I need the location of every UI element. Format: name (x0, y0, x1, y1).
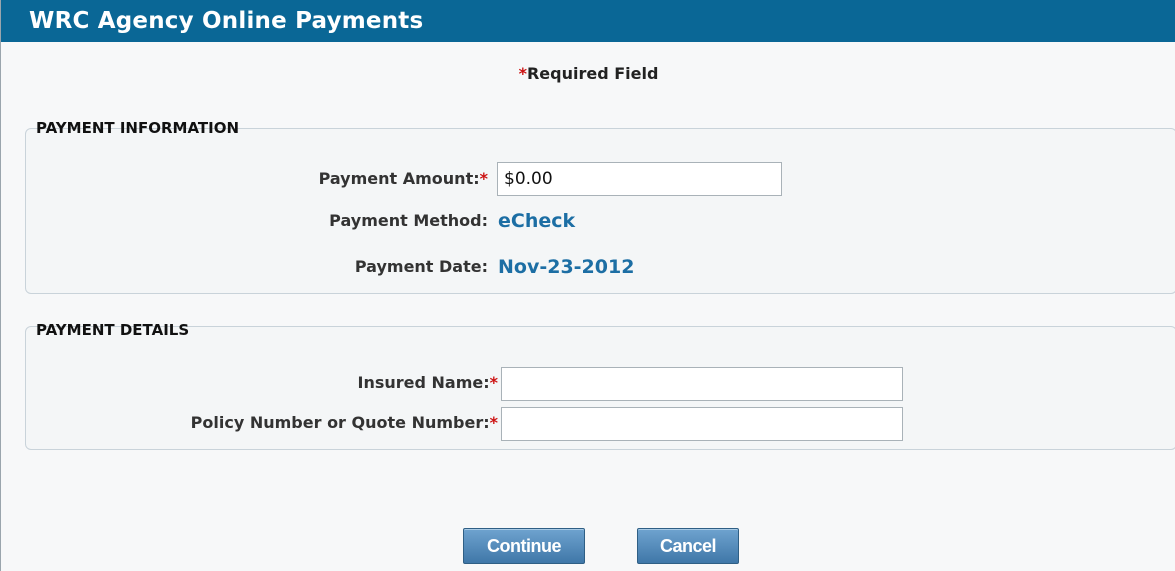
payment-amount-label: Payment Amount:* (318, 169, 488, 188)
payment-information-legend: PAYMENT INFORMATION (36, 119, 240, 137)
payment-information-section: PAYMENT INFORMATION Payment Amount:* Pay… (25, 119, 1175, 294)
payment-details-section: PAYMENT DETAILS Insured Name:* Policy Nu… (25, 321, 1175, 450)
required-star: * (518, 64, 527, 83)
required-field-note: *Required Field (1, 64, 1175, 83)
cancel-button[interactable]: Cancel (637, 528, 739, 564)
payment-page: WRC Agency Online Payments *Required Fie… (0, 0, 1175, 571)
policy-number-label: Policy Number or Quote Number:* (190, 413, 498, 432)
required-star: * (489, 413, 498, 432)
payment-method-label: Payment Method: (329, 211, 488, 230)
payment-date-row: Payment Date: Nov-23-2012 (26, 249, 1175, 285)
payment-date-value: Nov-23-2012 (498, 256, 635, 278)
payment-method-value: eCheck (498, 210, 576, 232)
payment-amount-row: Payment Amount:* (26, 161, 1175, 197)
payment-method-row: Payment Method: eCheck (26, 203, 1175, 239)
required-field-text: Required Field (526, 64, 659, 83)
policy-number-row: Policy Number or Quote Number:* (26, 405, 1175, 441)
required-star: * (479, 169, 488, 188)
policy-number-input[interactable] (501, 407, 903, 441)
insured-name-input[interactable] (501, 367, 903, 401)
insured-name-label: Insured Name:* (357, 373, 498, 392)
payment-details-legend: PAYMENT DETAILS (36, 321, 190, 339)
required-star: * (489, 373, 498, 392)
continue-button[interactable]: Continue (463, 528, 585, 564)
page-title: WRC Agency Online Payments (1, 0, 1175, 42)
payment-amount-input[interactable] (497, 162, 782, 196)
payment-date-label: Payment Date: (354, 257, 488, 276)
insured-name-row: Insured Name:* (26, 365, 1175, 401)
